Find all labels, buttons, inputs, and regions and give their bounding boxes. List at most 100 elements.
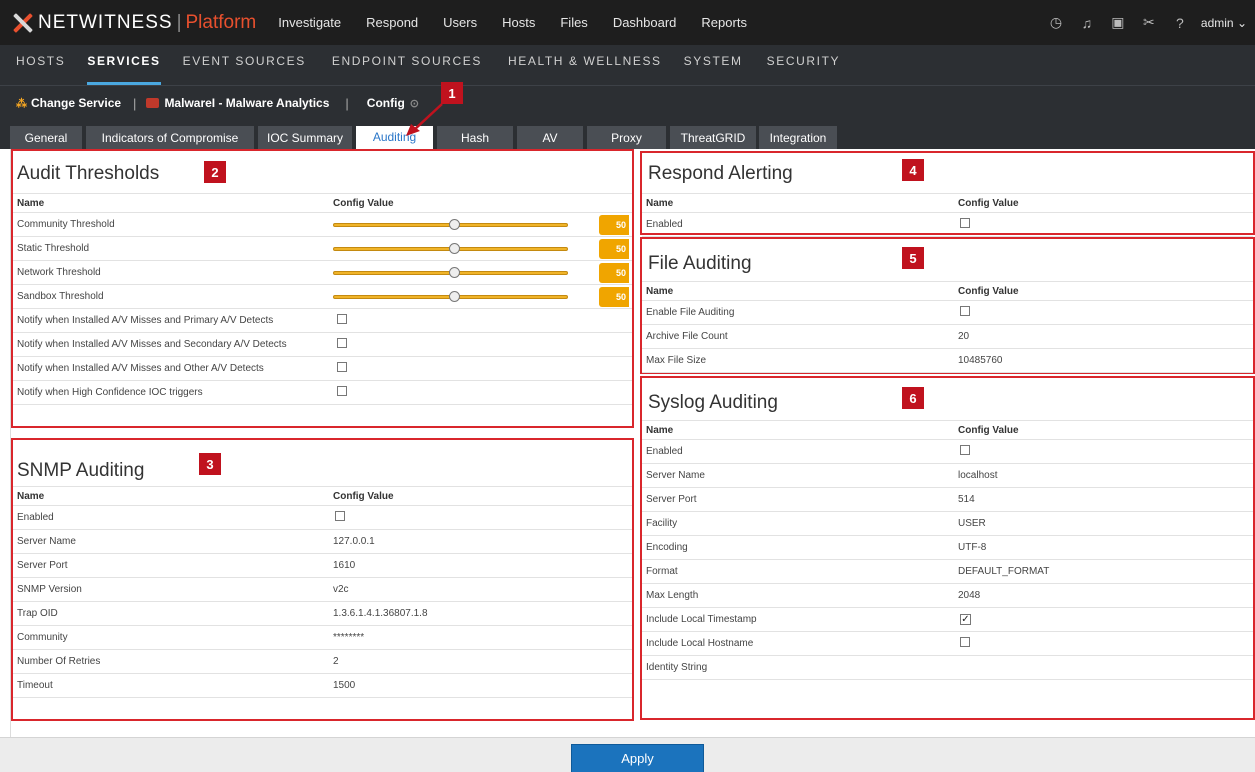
include-local-timestamp-checkbox[interactable]: ✓ [960,614,971,625]
row-value[interactable]: 1500 [333,680,355,691]
row-value[interactable]: 20 [958,331,969,342]
change-service-button[interactable]: ⁂ Change Service [16,96,121,110]
row-name: Include Local Timestamp [646,614,757,625]
subnav-services[interactable]: SERVICES [87,54,161,85]
subnav-security[interactable]: SECURITY [767,54,840,85]
table-row: Timeout 1500 [13,674,632,698]
bell-icon[interactable]: ♫ [1080,15,1094,31]
row-name: Server Name [17,536,76,547]
row-value[interactable]: 10485760 [958,355,1003,366]
community-threshold-slider[interactable] [333,219,568,230]
row-value[interactable]: v2c [333,584,349,595]
row-value[interactable]: 2 [333,656,339,667]
checkbox-wrap [960,306,970,319]
footer-bar: Apply [0,737,1255,772]
row-value[interactable]: 2048 [958,590,980,601]
snmp-enabled-checkbox[interactable] [335,511,345,521]
clipboard-icon[interactable]: ▣ [1111,14,1125,31]
notify-ioc-checkbox[interactable] [337,386,347,396]
col-name: Name [17,197,45,209]
table-row: Encoding UTF-8 [642,536,1253,560]
tools-icon[interactable]: ✂ [1142,14,1156,31]
table-row: Enabled [642,440,1253,464]
tab-general[interactable]: General [10,126,82,149]
row-value[interactable]: 514 [958,494,975,505]
nav-users[interactable]: Users [443,15,477,30]
row-name: Static Threshold [17,243,90,254]
syslog-enabled-checkbox[interactable] [960,445,970,455]
notify-secondary-checkbox[interactable] [337,338,347,348]
subnav-system[interactable]: SYSTEM [684,54,743,85]
row-value[interactable]: localhost [958,470,997,481]
row-value[interactable]: ******** [333,632,364,643]
row-value[interactable]: DEFAULT_FORMAT [958,566,1049,577]
col-name: Name [17,490,45,502]
nav-reports[interactable]: Reports [701,15,747,30]
tab-av[interactable]: AV [517,126,583,149]
row-name: SNMP Version [17,584,82,595]
tab-indicators-of-compromise[interactable]: Indicators of Compromise [86,126,254,149]
help-icon[interactable]: ? [1173,15,1187,31]
subnav-hosts[interactable]: HOSTS [16,54,65,85]
nav-dashboard[interactable]: Dashboard [613,15,677,30]
row-name: Encoding [646,542,688,553]
table-header: Name Config Value [13,486,632,506]
notify-other-checkbox[interactable] [337,362,347,372]
table-row: Server Name localhost [642,464,1253,488]
row-value[interactable]: 1610 [333,560,355,571]
subnav-endpoint-sources[interactable]: ENDPOINT SOURCES [332,54,482,85]
subnav-event-sources[interactable]: EVENT SOURCES [183,54,306,85]
tab-ioc-summary[interactable]: IOC Summary [258,126,352,149]
change-service-label: Change Service [31,96,122,110]
static-threshold-slider[interactable] [333,243,568,254]
tab-proxy[interactable]: Proxy [587,126,666,149]
include-local-hostname-checkbox[interactable] [960,637,970,647]
row-value[interactable]: 127.0.0.1 [333,536,375,547]
right-column: Respond Alerting 4 Name Config Value Ena… [640,149,1255,737]
slider-handle[interactable] [449,219,460,230]
syslog-table: Name Config Value Enabled Server Name lo… [642,420,1253,680]
row-value[interactable]: USER [958,518,986,529]
slider-value: 50 [599,215,629,235]
row-name: Facility [646,518,678,529]
subnav-health-wellness[interactable]: HEALTH & WELLNESS [508,54,662,85]
user-menu[interactable]: admin ⌄ [1201,16,1247,30]
table-row: Notify when Installed A/V Misses and Pri… [13,309,632,333]
col-name: Name [646,424,674,436]
nav-investigate[interactable]: Investigate [278,15,341,30]
network-threshold-slider[interactable] [333,267,568,278]
nav-hosts[interactable]: Hosts [502,15,535,30]
tab-threatgrid[interactable]: ThreatGRID [670,126,756,149]
slider-handle[interactable] [449,291,460,302]
file-auditing-panel: File Auditing 5 Name Config Value Enable… [640,237,1255,374]
tab-integration[interactable]: Integration [759,126,837,149]
slider-handle[interactable] [449,243,460,254]
table-header: Name Config Value [13,193,632,213]
row-name: Enabled [646,219,683,230]
row-name: Server Port [17,560,68,571]
nav-respond[interactable]: Respond [366,15,418,30]
table-header: Name Config Value [642,420,1253,440]
notify-primary-checkbox[interactable] [337,314,347,324]
timer-icon[interactable]: ◷ [1049,14,1063,31]
row-name: Format [646,566,678,577]
table-row: Include Local Timestamp ✓ [642,608,1253,632]
nav-files[interactable]: Files [560,15,587,30]
row-value[interactable]: UTF-8 [958,542,986,553]
apply-button[interactable]: Apply [571,744,704,772]
sandbox-threshold-slider[interactable] [333,291,568,302]
enable-file-auditing-checkbox[interactable] [960,306,970,316]
config-tabs: General Indicators of Compromise IOC Sum… [0,120,1255,149]
netwitness-logo[interactable]: NETWITNESS | Platform [12,12,256,34]
row-name: Identity String [646,662,708,673]
syslog-auditing-panel: Syslog Auditing 6 Name Config Value Enab… [640,376,1255,720]
respond-enabled-checkbox[interactable] [960,218,970,228]
table-row: Identity String [642,656,1253,680]
slider-handle[interactable] [449,267,460,278]
row-name: Enable File Auditing [646,307,735,318]
row-value[interactable]: 1.3.6.1.4.1.36807.1.8 [333,608,428,619]
table-row: Archive File Count 20 [642,325,1253,349]
table-row: Facility USER [642,512,1253,536]
table-row: Notify when Installed A/V Misses and Oth… [13,357,632,381]
col-config-value: Config Value [958,197,1019,209]
